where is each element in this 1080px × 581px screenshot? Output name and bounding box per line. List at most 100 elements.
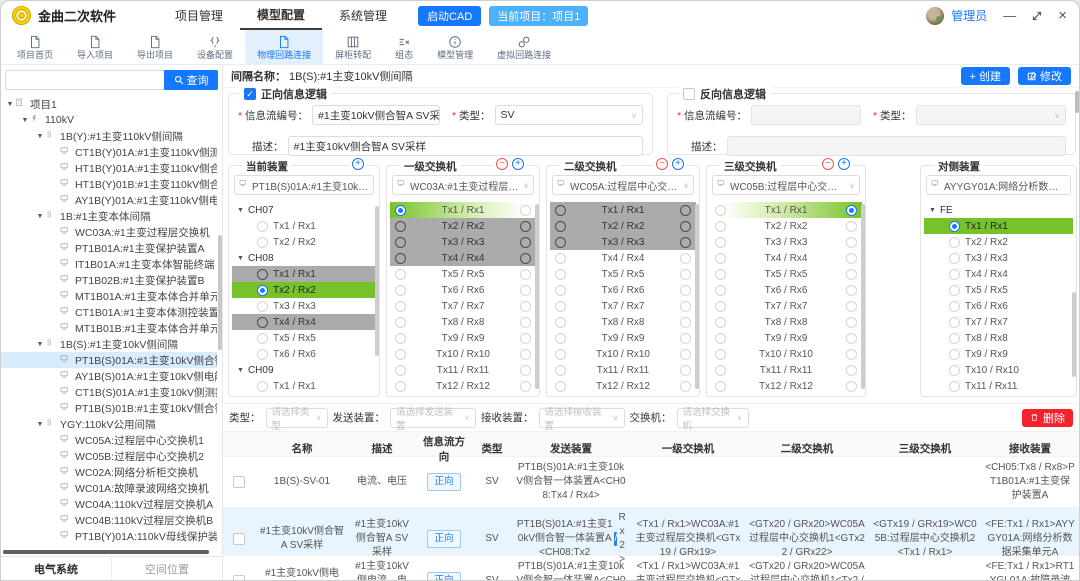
port-radio-right[interactable]	[680, 269, 691, 280]
toolbar-item[interactable]: 导出项目	[125, 30, 185, 64]
tree-node[interactable]: CT1B01A:#1主变本体测控装置	[1, 304, 217, 320]
port-row[interactable]: Tx11 / Rx11	[550, 362, 696, 378]
port-radio-right[interactable]	[846, 333, 857, 344]
add-switch-icon[interactable]: +	[838, 158, 850, 170]
port-row[interactable]: Tx9 / Rx9	[710, 330, 862, 346]
tree-node[interactable]: ▼项目1	[1, 96, 217, 112]
port-row[interactable]: Tx4 / Rx4	[710, 250, 862, 266]
group-expand-arrow[interactable]: ▼	[237, 255, 244, 262]
tree-node[interactable]: WC05A:过程层中心交换机1	[1, 432, 217, 448]
device-select[interactable]: WC05A:过程层中心交换机1∨	[552, 175, 694, 195]
port-group-row[interactable]: ▼FE	[924, 202, 1073, 218]
port-radio[interactable]	[949, 301, 960, 312]
tree-node[interactable]: CT1B(Y)01A:#1主变110kV侧测控装置	[1, 144, 217, 160]
remove-switch-icon[interactable]: −	[656, 158, 668, 170]
port-radio-left[interactable]	[715, 381, 726, 392]
launch-cad-button[interactable]: 启动CAD	[418, 6, 481, 26]
toolbar-item[interactable]: 模型管理	[425, 30, 485, 64]
add-switch-icon[interactable]: +	[672, 158, 684, 170]
port-radio-left[interactable]	[395, 205, 406, 216]
port-row[interactable]: Tx8 / Rx8	[710, 314, 862, 330]
port-radio-left[interactable]	[395, 317, 406, 328]
port-row[interactable]: Tx7 / Rx7	[550, 298, 696, 314]
port-group-row[interactable]: ▼CH08	[232, 250, 376, 266]
filter-select[interactable]: 请选择发送装置∨	[390, 408, 476, 428]
tree-node[interactable]: IT1B01A:#1主变本体智能终端	[1, 256, 217, 272]
tree-node[interactable]: WC03A:#1主变过程层交换机	[1, 224, 217, 240]
port-radio-left[interactable]	[555, 253, 566, 264]
tree-node[interactable]: PT1B02B:#1主变保护装置B	[1, 272, 217, 288]
desc-input[interactable]: #1主变10kV侧合智A SV采样	[288, 136, 644, 156]
port-row[interactable]: Tx2 / Rx2	[924, 234, 1073, 250]
tree-search-input[interactable]	[5, 70, 164, 90]
port-row[interactable]: Tx2 / Rx2	[710, 218, 862, 234]
group-expand-arrow[interactable]: ▼	[237, 367, 244, 374]
port-row[interactable]: Tx12 / Rx12	[710, 378, 862, 393]
port-radio-left[interactable]	[395, 285, 406, 296]
port-row[interactable]: Tx6 / Rx6	[924, 298, 1073, 314]
port-radio-left[interactable]	[555, 349, 566, 360]
filter-select[interactable]: 请选择类型∨	[266, 408, 328, 428]
port-radio-right[interactable]	[520, 349, 531, 360]
tree-expand-arrow[interactable]: ▼	[35, 421, 45, 428]
tree-node[interactable]: MT1B01B:#1主变本体合并单元B	[1, 320, 217, 336]
port-row[interactable]: Tx1 / Rx1	[232, 266, 376, 282]
tree-expand-arrow[interactable]: ▼	[35, 133, 45, 140]
port-radio-right[interactable]	[520, 381, 531, 392]
flow-id-input-rev[interactable]	[751, 105, 861, 125]
tree-node[interactable]: PT1B01A:#1主变保护装置A	[1, 240, 217, 256]
port-radio-left[interactable]	[555, 205, 566, 216]
port-radio-right[interactable]	[846, 381, 857, 392]
port-radio[interactable]	[949, 365, 960, 376]
port-radio-right[interactable]	[846, 237, 857, 248]
port-radio-left[interactable]	[555, 269, 566, 280]
port-row[interactable]: Tx7 / Rx7	[924, 314, 1073, 330]
port-radio-left[interactable]	[715, 317, 726, 328]
tree-node[interactable]: MT1B01A:#1主变本体合并单元A	[1, 288, 217, 304]
tree-node[interactable]: ▼YGY:110kV公用间隔	[1, 416, 217, 432]
device-select[interactable]: WC05B:过程层中心交换机2∨	[712, 175, 860, 195]
port-row[interactable]: Tx9 / Rx9	[390, 330, 536, 346]
panel-scrollbar[interactable]	[375, 206, 379, 356]
port-radio[interactable]	[949, 333, 960, 344]
port-row[interactable]: Tx1 / Rx1	[232, 218, 376, 234]
port-radio-right[interactable]	[520, 333, 531, 344]
port-radio-right[interactable]	[680, 253, 691, 264]
add-switch-icon[interactable]: +	[512, 158, 524, 170]
port-radio-left[interactable]	[555, 381, 566, 392]
toolbar-item[interactable]: 设备配置	[185, 30, 245, 64]
avatar[interactable]	[926, 7, 944, 25]
port-row[interactable]: Tx1 / Rx1	[710, 202, 862, 218]
port-radio-right[interactable]	[680, 317, 691, 328]
desc-input-rev[interactable]	[727, 136, 1067, 156]
menu-tab-active[interactable]: 模型配置	[240, 1, 322, 30]
port-radio-left[interactable]	[715, 365, 726, 376]
port-row[interactable]: Tx11 / Rx11	[924, 378, 1073, 393]
port-radio-left[interactable]	[715, 285, 726, 296]
port-radio-left[interactable]	[715, 333, 726, 344]
modify-button[interactable]: 修改	[1018, 67, 1071, 85]
port-radio-left[interactable]	[555, 333, 566, 344]
port-row[interactable]: Tx11 / Rx11	[710, 362, 862, 378]
port-radio-left[interactable]	[395, 237, 406, 248]
port-radio-left[interactable]	[555, 365, 566, 376]
port-radio-right[interactable]	[846, 317, 857, 328]
tree-node[interactable]: ▼1B:#1主变本体间隔	[1, 208, 217, 224]
port-row[interactable]: Tx10 / Rx10	[924, 362, 1073, 378]
tree-node[interactable]: AY1B(Y)01A:#1主变110kV侧电能表	[1, 192, 217, 208]
port-radio-right[interactable]	[846, 269, 857, 280]
minimize-icon[interactable]: —	[1003, 9, 1016, 22]
port-radio[interactable]	[257, 221, 268, 232]
menu-tab-item[interactable]: 系统管理	[322, 1, 404, 30]
port-radio[interactable]	[257, 317, 268, 328]
port-radio[interactable]	[257, 237, 268, 248]
port-row[interactable]: Tx3 / Rx3	[550, 234, 696, 250]
port-radio-right[interactable]	[846, 221, 857, 232]
port-radio-right[interactable]	[846, 253, 857, 264]
port-radio[interactable]	[949, 349, 960, 360]
port-radio-right[interactable]	[680, 205, 691, 216]
port-group-row[interactable]: ▼CH07	[232, 202, 376, 218]
port-radio-right[interactable]	[520, 237, 531, 248]
toolbar-item[interactable]: 组态	[383, 30, 425, 64]
port-row[interactable]: Tx5 / Rx5	[924, 282, 1073, 298]
